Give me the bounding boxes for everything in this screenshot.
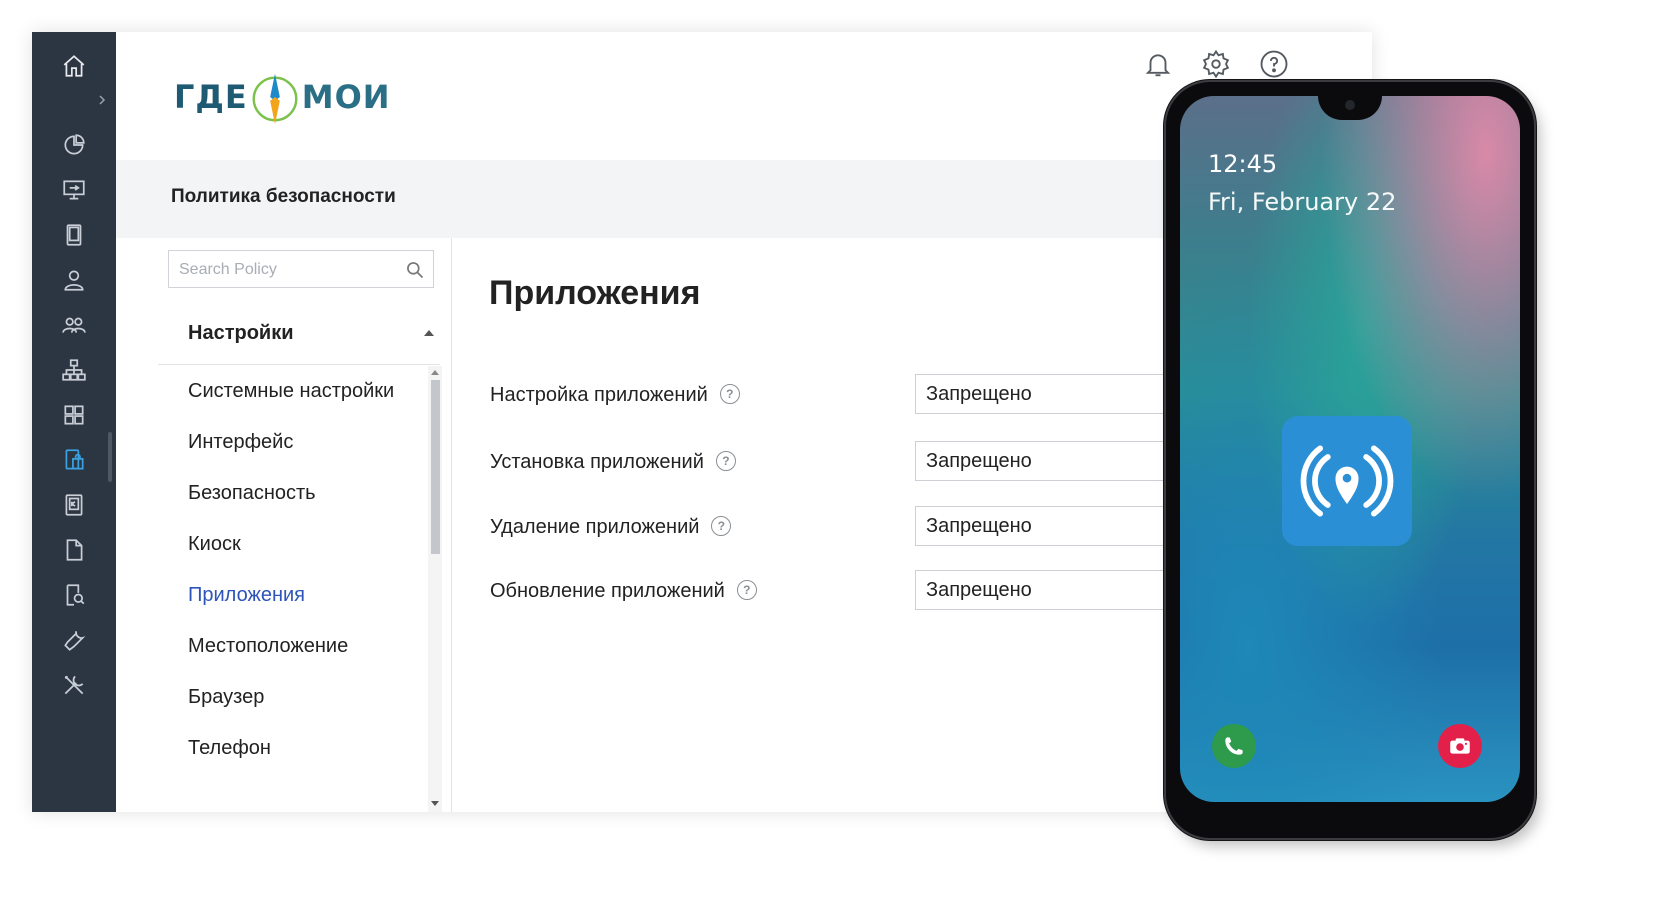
monitor-icon[interactable]	[32, 172, 116, 208]
org-tree-icon[interactable]	[32, 352, 116, 388]
scroll-down-icon[interactable]	[431, 801, 439, 806]
search-document-icon[interactable]	[32, 577, 116, 613]
setting-label: Настройка приложений?	[490, 383, 740, 407]
logo-text-left: ГДЕ	[174, 78, 248, 116]
page-title: Политика безопасности	[171, 186, 396, 207]
tools-icon[interactable]	[32, 667, 116, 703]
rail-scrollbar[interactable]	[108, 432, 112, 482]
setting-label: Обновление приложений?	[490, 579, 757, 603]
user-icon[interactable]	[32, 262, 116, 298]
phone-notch	[1318, 96, 1382, 120]
logo: ГДЕ МОИ	[174, 66, 391, 128]
kiosk-icon[interactable]	[32, 487, 116, 523]
phone-call-icon	[1225, 737, 1243, 755]
phone-call-shortcut[interactable]	[1212, 724, 1256, 768]
setting-label: Установка приложений?	[490, 450, 736, 474]
setting-label-text: Удаление приложений	[490, 516, 700, 538]
policy-item-system[interactable]: Системные настройки	[188, 366, 428, 417]
document-icon[interactable]	[32, 532, 116, 568]
policy-item-apps[interactable]: Приложения	[188, 570, 428, 621]
home-icon[interactable]	[32, 44, 116, 88]
phone-mockup: 12:45 Fri, February 22	[1166, 82, 1534, 838]
wrench-icon[interactable]	[32, 622, 116, 658]
kiosk-app-tile[interactable]	[1282, 416, 1412, 546]
content-title: Приложения	[489, 274, 701, 312]
setting-label-text: Обновление приложений	[490, 580, 725, 602]
front-camera-icon	[1345, 100, 1355, 110]
navigation-rail	[32, 32, 116, 812]
policy-item-browser[interactable]: Браузер	[188, 672, 428, 723]
settings-group-label: Настройки	[188, 322, 294, 344]
scrollbar-thumb[interactable]	[431, 380, 440, 554]
setting-value: Запрещено	[926, 383, 1032, 405]
camera-shortcut[interactable]	[1438, 724, 1482, 768]
logo-text-right: МОИ	[301, 78, 391, 116]
help-icon[interactable]	[1256, 46, 1292, 82]
setting-label-text: Установка приложений	[490, 451, 704, 473]
setting-value: Запрещено	[926, 450, 1032, 472]
setting-value: Запрещено	[926, 579, 1032, 601]
caret-up-icon	[424, 330, 434, 336]
policy-item-location[interactable]: Местоположение	[188, 621, 428, 672]
scroll-up-icon[interactable]	[431, 370, 439, 375]
policy-sidebar: Настройки Системные настройки Интерфейс …	[116, 238, 452, 812]
bell-icon[interactable]	[1140, 46, 1176, 82]
policy-item-interface[interactable]: Интерфейс	[188, 417, 428, 468]
search-box	[168, 250, 434, 289]
policy-item-phone[interactable]: Телефон	[188, 723, 428, 774]
chevron-right-icon[interactable]	[92, 90, 112, 110]
gear-icon[interactable]	[1198, 46, 1234, 82]
policy-item-security[interactable]: Безопасность	[188, 468, 428, 519]
compass-logo-icon	[252, 73, 298, 125]
setting-label-text: Настройка приложений	[490, 384, 708, 406]
settings-group-header[interactable]: Настройки	[158, 308, 440, 365]
help-circle-icon[interactable]: ?	[715, 450, 736, 471]
setting-label: Удаление приложений?	[490, 515, 732, 539]
help-circle-icon[interactable]: ?	[719, 383, 740, 404]
device-policy-icon[interactable]	[32, 442, 116, 478]
lock-screen-date: Fri, February 22	[1208, 188, 1397, 216]
setting-value: Запрещено	[926, 515, 1032, 537]
search-icon[interactable]	[405, 260, 425, 280]
phone-lock-screen: 12:45 Fri, February 22	[1180, 96, 1520, 802]
help-circle-icon[interactable]: ?	[711, 515, 732, 536]
policy-item-kiosk[interactable]: Киоск	[188, 519, 428, 570]
camera-icon	[1450, 738, 1470, 754]
users-icon[interactable]	[32, 307, 116, 343]
policy-list-scrollbar[interactable]	[428, 366, 442, 812]
location-broadcast-icon	[1300, 445, 1394, 517]
help-circle-icon[interactable]: ?	[736, 579, 757, 600]
apps-grid-icon[interactable]	[32, 397, 116, 433]
tablet-icon[interactable]	[32, 217, 116, 253]
policy-list: Системные настройки Интерфейс Безопаснос…	[188, 366, 428, 774]
pie-chart-icon[interactable]	[32, 127, 116, 163]
search-input[interactable]	[177, 251, 401, 289]
lock-screen-time: 12:45	[1208, 150, 1278, 178]
